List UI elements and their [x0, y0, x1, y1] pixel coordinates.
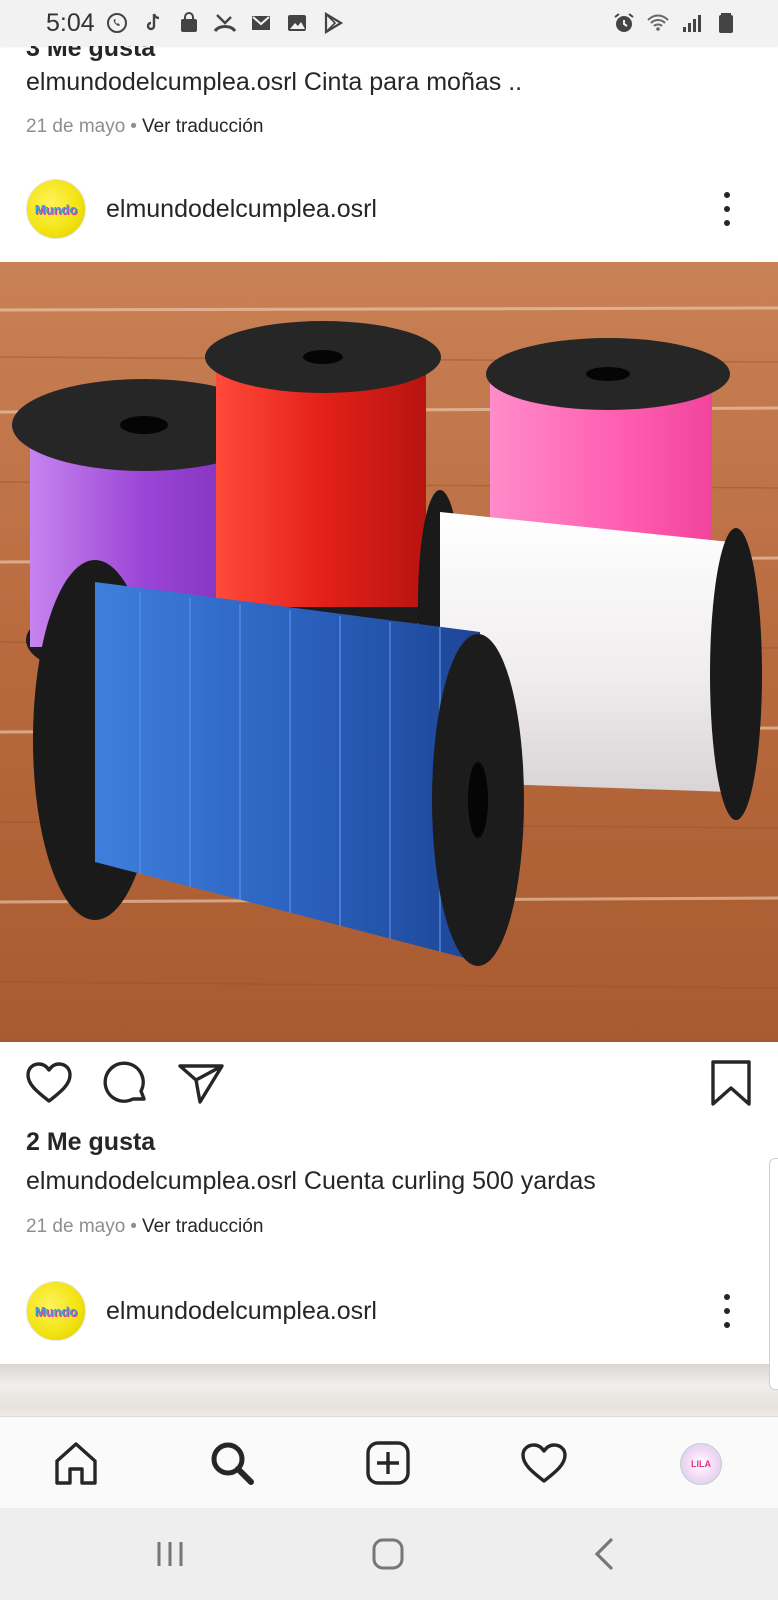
feed[interactable]: 3 Me gusta elmundodelcumplea.osrl Cinta …	[0, 46, 778, 1416]
scroll-indicator[interactable]	[769, 1158, 778, 1390]
android-navigation-bar	[0, 1508, 778, 1600]
post-date: 21 de mayo	[26, 1216, 126, 1237]
post-username[interactable]: elmundodelcumplea.osrl	[106, 195, 377, 224]
share-paper-plane-icon[interactable]	[176, 1058, 226, 1108]
signal-icon	[680, 11, 704, 35]
new-post-icon[interactable]	[364, 1439, 412, 1487]
see-translation-link[interactable]: Ver traducción	[142, 116, 263, 137]
post-date: 21 de mayo	[26, 116, 126, 137]
caption-username[interactable]: elmundodelcumplea.osrl	[26, 68, 297, 96]
next-post-image[interactable]	[0, 1364, 778, 1416]
system-icons	[612, 11, 738, 35]
activity-heart-icon[interactable]	[520, 1439, 568, 1487]
profile-avatar[interactable]: LILA	[680, 1443, 722, 1485]
caption-username[interactable]: elmundodelcumplea.osrl	[26, 1167, 297, 1195]
more-options-icon[interactable]	[722, 192, 732, 226]
status-bar: 5:04	[0, 0, 778, 46]
back-icon[interactable]	[582, 1530, 630, 1578]
post-image[interactable]	[0, 262, 778, 1042]
battery-icon	[714, 11, 738, 35]
home-icon[interactable]	[52, 1439, 100, 1487]
wifi-icon	[646, 11, 670, 35]
notification-icons	[105, 11, 345, 35]
avatar-logo-text: Mundo	[34, 1303, 78, 1319]
whatsapp-icon	[105, 11, 129, 35]
previous-post-meta: 21 de mayo • Ver traducción	[26, 116, 263, 138]
post-avatar[interactable]: Mundo	[26, 1281, 86, 1341]
post-likes[interactable]: 2 Me gusta	[26, 1128, 155, 1157]
post-actions	[0, 1058, 778, 1114]
caption-text: Cuenta curling 500 yardas	[296, 1167, 596, 1195]
missed-call-icon	[213, 11, 237, 35]
post-username[interactable]: elmundodelcumplea.osrl	[106, 1297, 377, 1326]
search-icon[interactable]	[208, 1439, 256, 1487]
previous-post-likes[interactable]: 3 Me gusta	[26, 46, 155, 63]
previous-post-caption: elmundodelcumplea.osrl Cinta para moñas …	[26, 68, 522, 97]
like-heart-icon[interactable]	[24, 1058, 74, 1108]
tiktok-icon	[141, 11, 165, 35]
more-options-icon[interactable]	[722, 1294, 732, 1328]
alarm-icon	[612, 11, 636, 35]
meta-separator: •	[130, 116, 137, 137]
next-post-header: Mundo elmundodelcumplea.osrl	[0, 1268, 778, 1354]
see-translation-link[interactable]: Ver traducción	[142, 1216, 263, 1237]
recent-apps-icon[interactable]	[146, 1530, 194, 1578]
gmail-icon	[249, 11, 273, 35]
play-store-icon	[321, 11, 345, 35]
post-meta: 21 de mayo • Ver traducción	[26, 1216, 263, 1238]
save-bookmark-icon[interactable]	[706, 1058, 756, 1108]
meta-separator: •	[130, 1216, 137, 1237]
status-time: 5:04	[46, 8, 95, 37]
post-avatar[interactable]: Mundo	[26, 179, 86, 239]
gallery-icon	[285, 11, 309, 35]
profile-avatar-text: LILA	[691, 1459, 711, 1469]
post-caption: elmundodelcumplea.osrl Cuenta curling 50…	[26, 1167, 596, 1196]
bottom-navigation: LILA	[0, 1416, 778, 1509]
caption-text: Cinta para moñas ..	[296, 68, 523, 96]
post-header: Mundo elmundodelcumplea.osrl	[0, 166, 778, 252]
shopping-bag-icon	[177, 11, 201, 35]
comment-icon[interactable]	[100, 1058, 150, 1108]
home-button-icon[interactable]	[364, 1530, 412, 1578]
avatar-logo-text: Mundo	[34, 201, 78, 217]
